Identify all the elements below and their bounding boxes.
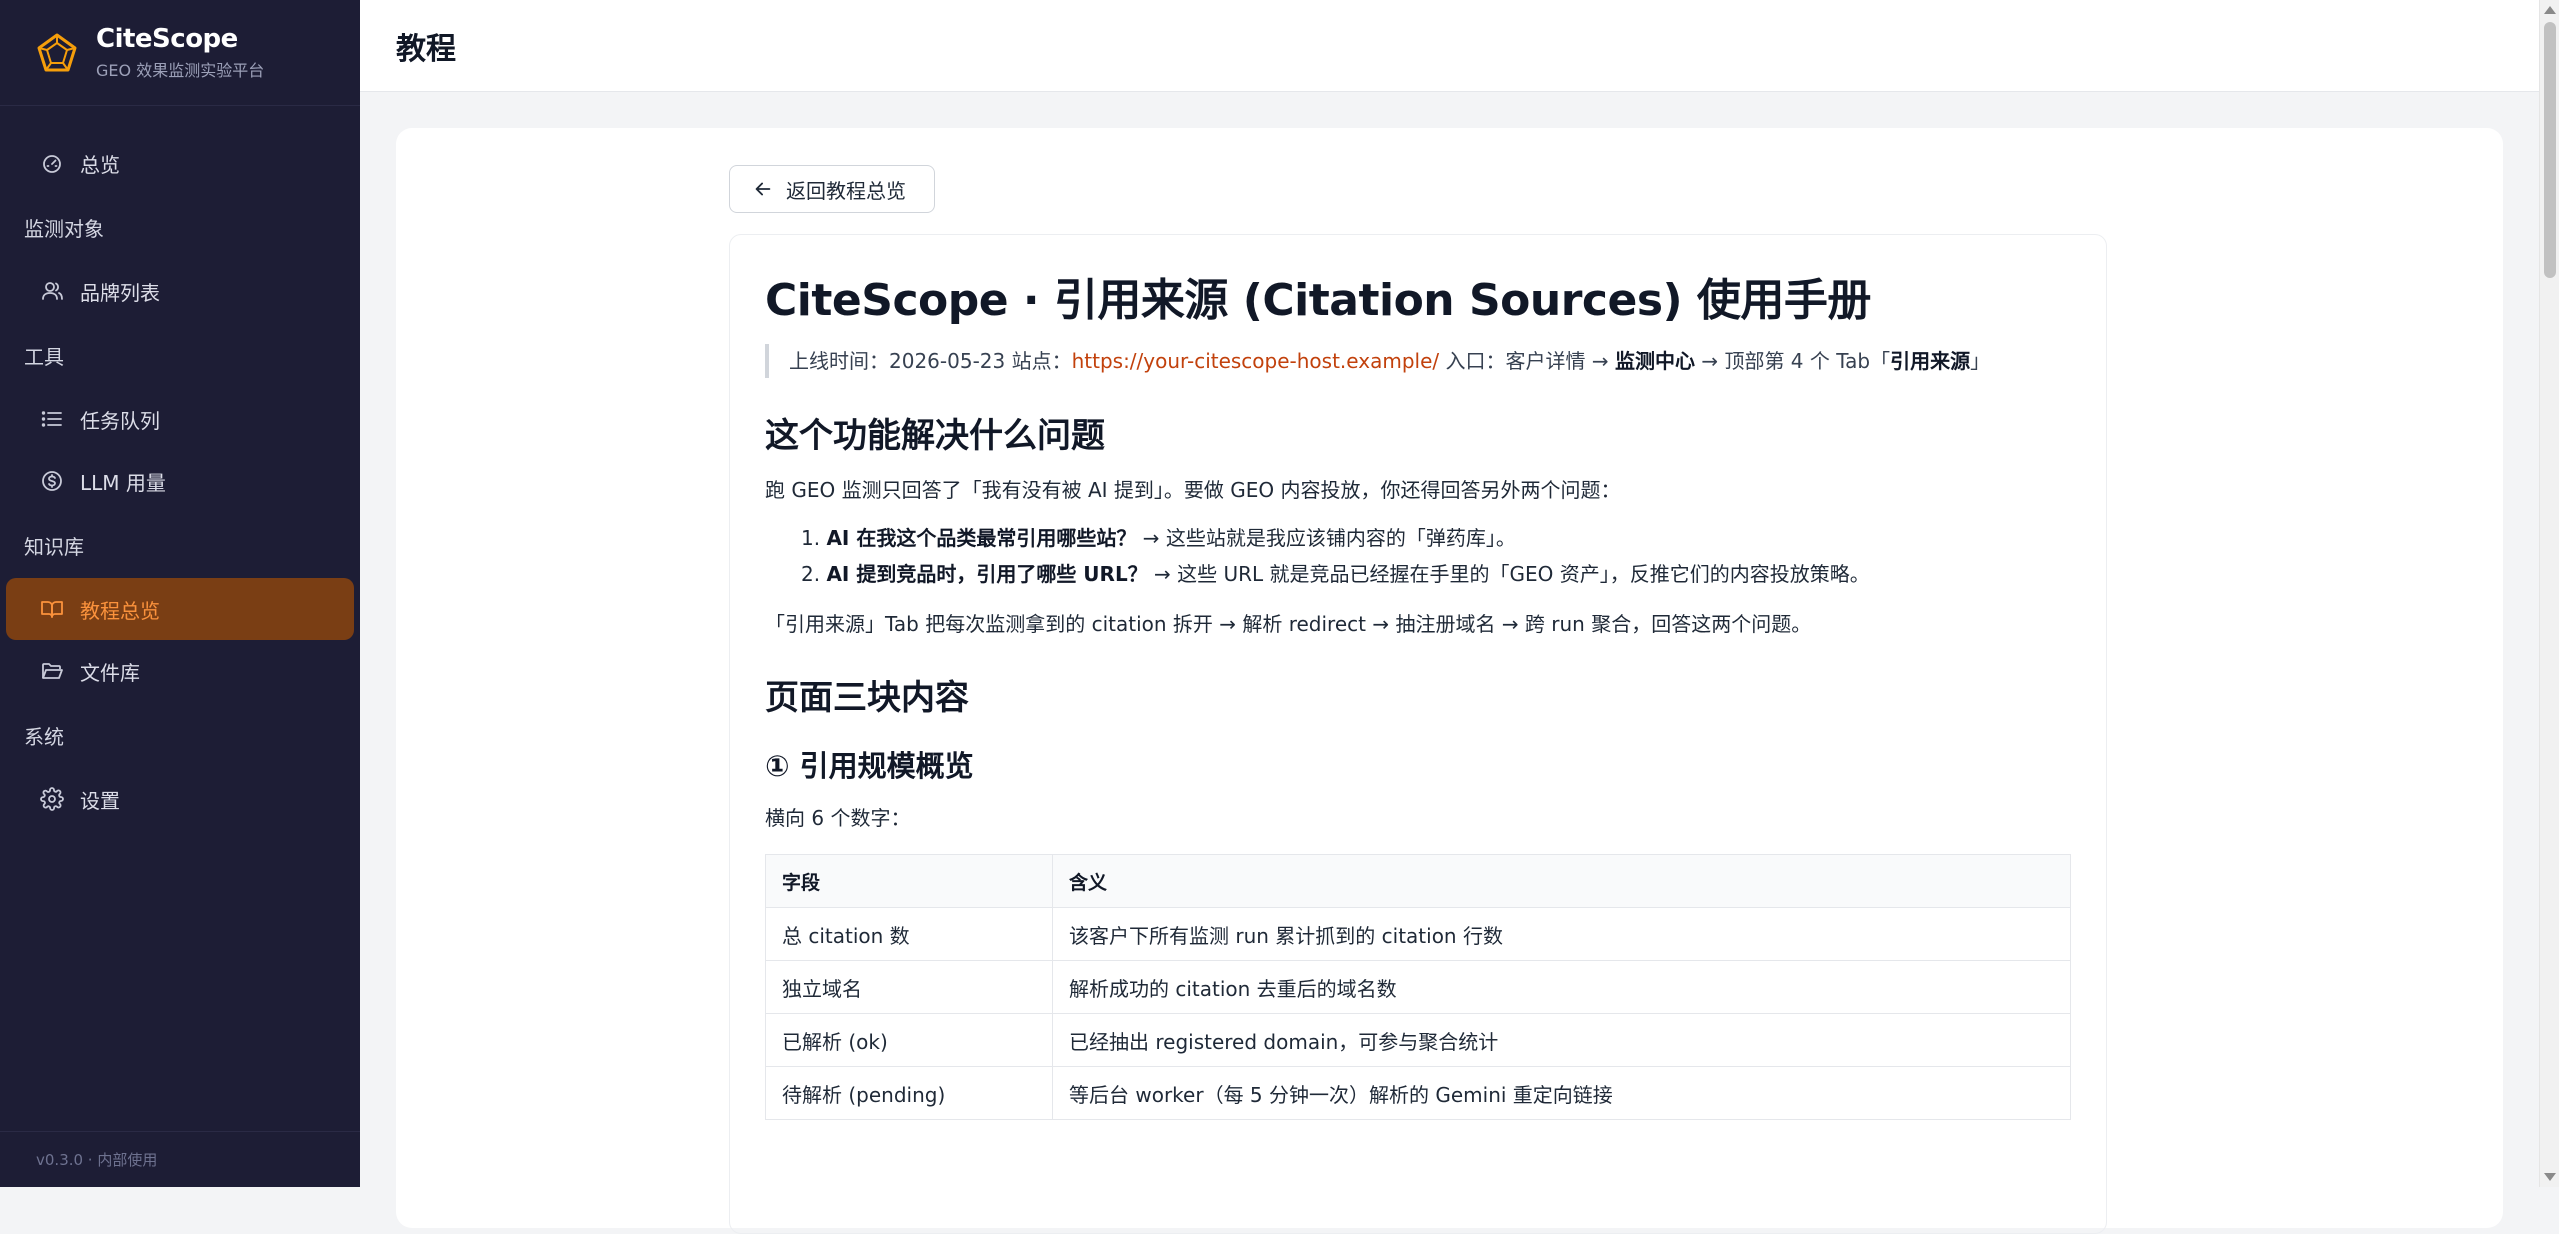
scroll-down-arrow-icon[interactable] [2544,1173,2556,1181]
sidebar-item-label: 任务队列 [80,408,160,433]
dashboard-icon [40,151,64,175]
sidebar: CiteScope GEO 效果监测实验平台 总览 监测对象 品牌列表 工具 任… [0,0,360,1187]
users-icon [40,279,64,303]
meta-entry-bold-monitor: 监测中心 [1614,349,1695,373]
table-cell: 独立域名 [765,960,1053,1015]
sidebar-item-label: LLM 用量 [80,470,166,495]
list-item: 2. AI 提到竞品时，引用了哪些 URL？ → 这些 URL 就是竞品已经握在… [801,556,2071,592]
list-icon [40,407,64,431]
table-cell: 解析成功的 citation 去重后的域名数 [1052,960,2071,1015]
nav-group-monitoring: 监测对象 [24,216,104,241]
scroll-up-arrow-icon[interactable] [2544,6,2556,14]
list-item: 1. AI 在我这个品类最常引用哪些站？ → 这些站就是我应该铺内容的「弹药库」… [801,520,2071,556]
list-item-text: → 这些 URL 就是竞品已经握在手里的「GEO 资产」，反推它们的内容投放策略… [1147,562,1870,587]
page-scrollbar[interactable] [2539,0,2559,1187]
page-title: 教程 [396,31,456,67]
table-cell: 该客户下所有监测 run 累计抓到的 citation 行数 [1052,907,2071,962]
table-cell: 等后台 worker（每 5 分钟一次）解析的 Gemini 重定向链接 [1052,1066,2071,1121]
meta-entry-bold-citation: 引用来源 [1890,349,1971,373]
table-header-meaning: 含义 [1052,854,2071,909]
scrollbar-thumb[interactable] [2544,22,2556,278]
list-item-bold: AI 在我这个品类最常引用哪些站？ [826,526,1137,551]
top-header: 教程 [360,0,2539,92]
table-cell: 已经抽出 registered domain，可参与聚合统计 [1052,1013,2071,1068]
meta-entry-text: 入口：客户详情 → [1439,349,1615,373]
back-button-label: 返回教程总览 [786,178,906,203]
subsection-intro: 横向 6 个数字： [765,806,911,831]
sidebar-item-label: 总览 [80,152,120,177]
dollar-circle-icon [40,469,64,493]
sidebar-item-brands[interactable]: 品牌列表 [6,260,354,322]
sidebar-item-label: 教程总览 [80,598,160,623]
nav-group-knowledge: 知识库 [24,534,84,559]
brand-name: CiteScope [96,23,238,54]
main-card: 返回教程总览 CiteScope · 引用来源 (Citation Source… [396,128,2503,1234]
sidebar-item-tutorials[interactable]: 教程总览 [6,578,354,640]
table-cell: 已解析 (ok) [765,1013,1053,1068]
table-header-field: 字段 [765,854,1053,909]
table-row: 待解析 (pending) 等后台 worker（每 5 分钟一次）解析的 Ge… [765,1066,2071,1121]
table-row: 独立域名 解析成功的 citation 去重后的域名数 [765,960,2071,1015]
sidebar-item-label: 设置 [80,788,120,813]
arrow-left-icon [752,178,774,200]
fields-table: 字段 含义 总 citation 数 该客户下所有监测 run 累计抓到的 ci… [765,854,2071,1121]
sidebar-item-label: 文件库 [80,660,140,685]
sidebar-item-llm-usage[interactable]: LLM 用量 [6,450,354,512]
list-number: 1. [801,526,821,551]
nav-group-system: 系统 [24,724,64,749]
section-outro: 「引用来源」Tab 把每次监测拿到的 citation 拆开 → 解析 redi… [765,612,1812,637]
doc-meta-quote: 上线时间：2026-05-23 站点：https://your-citescop… [765,344,2071,378]
sidebar-item-overview[interactable]: 总览 [6,132,354,194]
list-item-text: → 这些站就是我应该铺内容的「弹药库」。 [1136,526,1516,551]
question-list: 1. AI 在我这个品类最常引用哪些站？ → 这些站就是我应该铺内容的「弹药库」… [765,520,2071,592]
table-row: 已解析 (ok) 已经抽出 registered domain，可参与聚合统计 [765,1013,2071,1068]
table-row: 总 citation 数 该客户下所有监测 run 累计抓到的 citation… [765,907,2071,962]
list-item-bold: AI 提到竞品时，引用了哪些 URL？ [826,562,1148,587]
table-cell: 总 citation 数 [765,907,1053,962]
subsection-heading-scale: ① 引用规模概览 [765,749,974,784]
sidebar-item-label: 品牌列表 [80,280,160,305]
gear-icon [40,787,64,811]
site-url-link[interactable]: https://your-citescope-host.example/ [1072,349,1440,373]
table-header-row: 字段 含义 [765,854,2071,909]
section-intro: 跑 GEO 监测只回答了「我有没有被 AI 提到」。要做 GEO 内容投放，你还… [765,478,1621,503]
version-label: v0.3.0 · 内部使用 [0,1131,360,1187]
folder-open-icon [40,659,64,683]
doc-title: CiteScope · 引用来源 (Citation Sources) 使用手册 [765,275,1871,326]
table-cell: 待解析 (pending) [765,1066,1053,1121]
list-number: 2. [801,562,821,587]
sidebar-item-files[interactable]: 文件库 [6,640,354,702]
section-heading-content: 页面三块内容 [765,678,969,719]
sidebar-item-settings[interactable]: 设置 [6,768,354,830]
brand[interactable]: CiteScope GEO 效果监测实验平台 [0,0,360,106]
book-open-icon [40,597,64,621]
section-heading-problem: 这个功能解决什么问题 [765,416,1105,456]
meta-launch-text: 上线时间：2026-05-23 站点： [789,349,1072,373]
nav-group-tools: 工具 [24,344,64,369]
tutorial-document: CiteScope · 引用来源 (Citation Sources) 使用手册… [729,234,2107,1234]
brand-subtitle: GEO 效果监测实验平台 [96,61,265,81]
sidebar-item-task-queue[interactable]: 任务队列 [6,388,354,450]
back-to-tutorials-button[interactable]: 返回教程总览 [729,165,935,213]
pentagon-logo-icon [36,32,78,74]
sidebar-nav: 总览 监测对象 品牌列表 工具 任务队列 LLM 用量 知识库 教程总览 文件库… [0,106,360,830]
meta-entry-suffix: 」 [1970,349,1991,373]
meta-entry-middle: → 顶部第 4 个 Tab「 [1694,349,1891,373]
